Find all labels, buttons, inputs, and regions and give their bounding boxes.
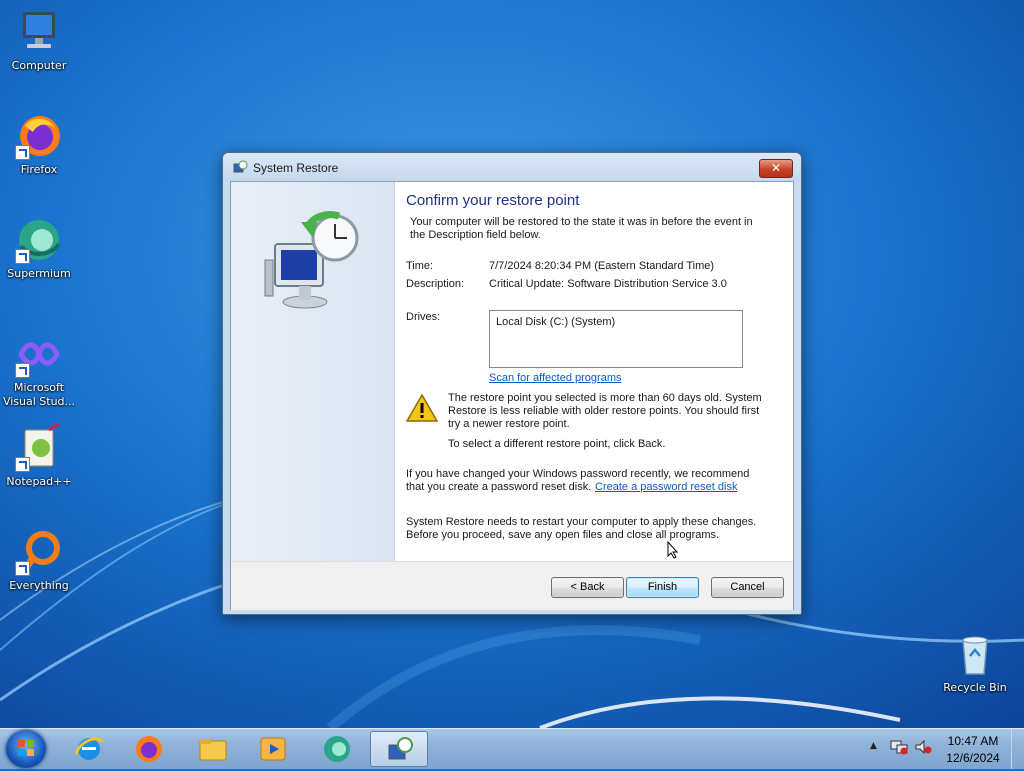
restart-text: System Restore needs to restart your com… xyxy=(406,516,757,541)
desktop-icon-notepadpp[interactable]: Notepad++ xyxy=(1,422,77,489)
drive-item[interactable]: Local Disk (C:) (System) xyxy=(496,316,615,329)
intro-text: Your computer will be restored to the st… xyxy=(410,216,753,241)
dialog-button-bar: < Back Finish Cancel xyxy=(231,561,793,610)
desktop-icon-label: Recycle Bin xyxy=(943,681,1007,694)
wizard-content: Confirm your restore point Your computer… xyxy=(406,182,786,561)
dialog-titlebar[interactable]: System Restore ✕ xyxy=(223,153,801,181)
recycle-bin-icon xyxy=(951,630,999,678)
show-desktop-button[interactable] xyxy=(1011,729,1024,769)
internet-explorer-icon xyxy=(74,737,104,760)
taskbar: ▲ 10:47 AM 12/6/2024 xyxy=(0,728,1024,769)
desktop-icon-supermium[interactable]: Supermium xyxy=(1,216,77,281)
finish-button[interactable]: Finish xyxy=(626,577,699,598)
shortcut-arrow-icon xyxy=(15,145,30,160)
time-label: Time: xyxy=(406,260,434,272)
desktop-icon-visual-studio[interactable]: Microsoft Visual Stud... xyxy=(1,330,77,409)
supermium-icon xyxy=(15,216,63,264)
taskbar-app-system-restore[interactable] xyxy=(370,731,428,767)
desktop-icon-label: Firefox xyxy=(20,163,58,176)
network-icon[interactable] xyxy=(890,739,908,755)
volume-muted-icon[interactable] xyxy=(914,739,932,755)
desktop-icon-everything[interactable]: Everything xyxy=(1,528,77,593)
file-explorer-icon xyxy=(199,739,227,761)
shortcut-arrow-icon xyxy=(15,363,30,378)
description-value: Critical Update: Software Distribution S… xyxy=(489,278,727,290)
taskbar-app-firefox[interactable] xyxy=(120,731,178,767)
visual-studio-icon xyxy=(15,330,63,378)
desktop-icon-label: Supermium xyxy=(7,267,71,280)
desktop-icon-label: Everything xyxy=(9,579,69,592)
firefox-icon xyxy=(136,736,162,762)
windows-logo-icon xyxy=(18,740,34,756)
desktop-icon-recycle-bin[interactable]: Recycle Bin xyxy=(937,630,1013,695)
create-password-reset-disk-link[interactable]: Create a password reset disk xyxy=(595,481,737,494)
start-button[interactable] xyxy=(6,730,46,768)
taskbar-app-file-explorer[interactable] xyxy=(184,731,242,767)
desktop-icon-computer[interactable]: Computer xyxy=(1,8,77,73)
desktop-icon-firefox[interactable]: Firefox xyxy=(1,112,77,177)
wizard-side-panel xyxy=(231,182,395,561)
warning-text: The restore point you selected is more t… xyxy=(448,392,762,430)
scan-affected-programs-link[interactable]: Scan for affected programs xyxy=(489,372,621,385)
page-heading: Confirm your restore point xyxy=(406,192,580,209)
dialog-client: Confirm your restore point Your computer… xyxy=(230,181,794,610)
system-restore-icon xyxy=(388,737,413,760)
shortcut-arrow-icon xyxy=(15,561,30,576)
shortcut-arrow-icon xyxy=(15,457,30,472)
drives-label: Drives: xyxy=(406,311,441,323)
desktop-icon-label: Microsoft Visual Stud... xyxy=(2,381,76,408)
system-restore-dialog: System Restore ✕ Confirm your restore po… xyxy=(222,152,802,615)
back-button[interactable]: < Back xyxy=(551,577,624,598)
desktop-icon-label: Notepad++ xyxy=(6,475,72,488)
firefox-icon xyxy=(15,112,63,160)
notepadpp-icon xyxy=(15,422,63,472)
close-button[interactable]: ✕ xyxy=(759,159,793,178)
system-restore-icon xyxy=(233,160,248,173)
close-icon: ✕ xyxy=(770,161,782,175)
description-label: Description: xyxy=(406,278,465,290)
taskbar-app-media-player[interactable] xyxy=(244,731,302,767)
taskbar-app-internet-explorer[interactable] xyxy=(60,731,118,767)
cancel-button[interactable]: Cancel xyxy=(711,577,784,598)
clock-time[interactable]: 10:47 AM xyxy=(943,734,1003,748)
computer-icon xyxy=(15,8,63,56)
show-hidden-icons-button[interactable]: ▲ xyxy=(870,741,880,751)
dialog-title: System Restore xyxy=(253,161,339,175)
warning-icon xyxy=(406,394,438,422)
drives-list[interactable]: Local Disk (C:) (System) xyxy=(489,310,743,368)
clock-date[interactable]: 12/6/2024 xyxy=(943,751,1003,765)
everything-icon xyxy=(15,528,63,576)
shortcut-arrow-icon xyxy=(15,249,30,264)
mouse-cursor-icon xyxy=(667,541,679,559)
warning-back-text: To select a different restore point, cli… xyxy=(448,438,666,450)
taskbar-app-supermium[interactable] xyxy=(308,731,366,767)
media-player-icon xyxy=(260,737,286,761)
system-restore-art-icon xyxy=(264,211,359,309)
desktop-icon-label: Computer xyxy=(11,59,67,72)
time-value: 7/7/2024 8:20:34 PM (Eastern Standard Ti… xyxy=(489,260,715,272)
supermium-icon xyxy=(324,736,350,762)
